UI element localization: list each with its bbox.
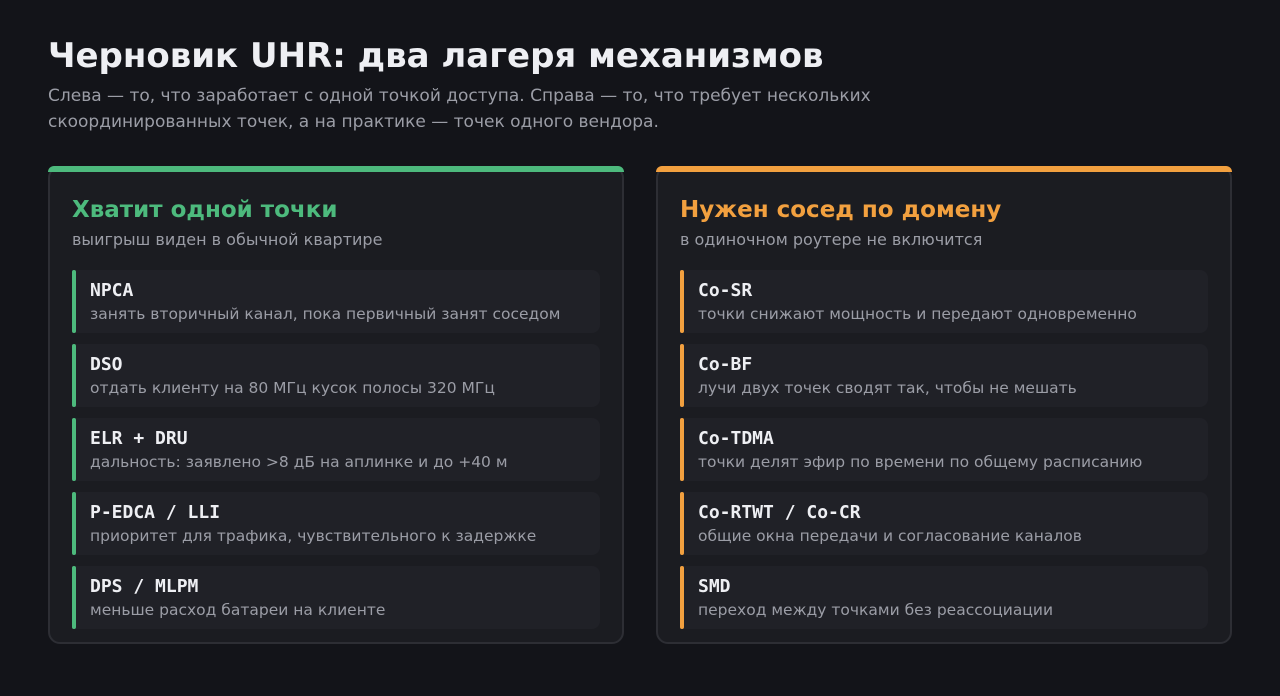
page: Черновик UHR: два лагеря механизмов Слев… <box>0 0 1280 696</box>
mechanism-name: DPS / MLPM <box>90 576 199 597</box>
mechanism-item: Co-RTWT / Co-CR общие окна передачи и со… <box>680 492 1208 555</box>
mechanism-description: точки делят эфир по времени по общему ра… <box>698 453 1143 471</box>
panel-subtitle: выигрыш виден в обычной квартире <box>72 230 383 249</box>
mechanism-name: NPCA <box>90 280 134 301</box>
mechanism-description: дальность: заявлено >8 дБ на аплинке и д… <box>90 453 508 471</box>
mechanism-item: SMD переход между точками без реассоциац… <box>680 566 1208 629</box>
mechanism-description: приоритет для трафика, чувствительного к… <box>90 527 537 545</box>
mechanism-name: Co-SR <box>698 280 753 301</box>
mechanism-name: ELR + DRU <box>90 428 188 449</box>
panel-accent-bar <box>48 166 624 172</box>
panel-accent-bar <box>656 166 1232 172</box>
mechanism-item: NPCA занять вторичный канал, пока первич… <box>72 270 600 333</box>
mechanism-item: ELR + DRU дальность: заявлено >8 дБ на а… <box>72 418 600 481</box>
mechanism-description: отдать клиенту на 80 МГц кусок полосы 32… <box>90 379 495 397</box>
mechanism-name: DSO <box>90 354 123 375</box>
panel-subtitle: в одиночном роутере не включится <box>680 230 983 249</box>
mechanism-description: лучи двух точек сводят так, чтобы не меш… <box>698 379 1077 397</box>
single-ap-panel: Хватит одной точки выигрыш виден в обычн… <box>48 166 624 644</box>
mechanism-item: Co-TDMA точки делят эфир по времени по о… <box>680 418 1208 481</box>
mechanism-description: занять вторичный канал, пока первичный з… <box>90 305 561 323</box>
mechanism-name: Co-BF <box>698 354 753 375</box>
panel-title: Хватит одной точки <box>72 197 338 223</box>
mechanism-name: SMD <box>698 576 731 597</box>
mechanism-item: Co-BF лучи двух точек сводят так, чтобы … <box>680 344 1208 407</box>
mechanism-description: общие окна передачи и согласование канал… <box>698 527 1082 545</box>
panel-title: Нужен сосед по домену <box>680 197 1002 223</box>
mechanism-name: Co-RTWT / Co-CR <box>698 502 861 523</box>
mechanism-item: Co-SR точки снижают мощность и передают … <box>680 270 1208 333</box>
mechanism-list: NPCA занять вторичный канал, пока первич… <box>72 270 600 640</box>
mechanism-description: переход между точками без реассоциации <box>698 601 1054 619</box>
multi-ap-panel: Нужен сосед по домену в одиночном роутер… <box>656 166 1232 644</box>
mechanism-name: Co-TDMA <box>698 428 774 449</box>
mechanism-description: точки снижают мощность и передают одновр… <box>698 305 1137 323</box>
page-title: Черновик UHR: два лагеря механизмов <box>48 36 824 76</box>
mechanism-description: меньше расход батареи на клиенте <box>90 601 386 619</box>
mechanism-list: Co-SR точки снижают мощность и передают … <box>680 270 1208 640</box>
mechanism-item: DSO отдать клиенту на 80 МГц кусок полос… <box>72 344 600 407</box>
page-subtitle: Слева — то, что заработает с одной точко… <box>48 86 871 132</box>
mechanism-item: P-EDCA / LLI приоритет для трафика, чувс… <box>72 492 600 555</box>
mechanism-name: P-EDCA / LLI <box>90 502 221 523</box>
mechanism-item: DPS / MLPM меньше расход батареи на клие… <box>72 566 600 629</box>
